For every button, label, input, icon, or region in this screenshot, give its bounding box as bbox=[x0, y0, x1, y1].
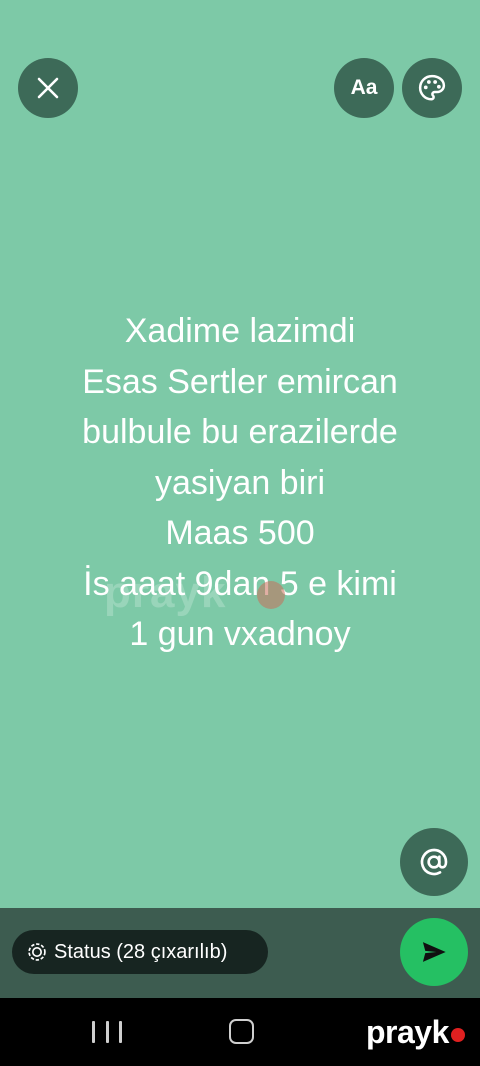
close-button[interactable] bbox=[18, 58, 78, 118]
mention-button[interactable] bbox=[400, 828, 468, 896]
home-nav-button[interactable] bbox=[229, 1019, 254, 1044]
bottom-bar: Status (28 çıxarılıb) bbox=[0, 908, 480, 998]
watermark-dot bbox=[257, 581, 285, 609]
status-audience-label: Status (28 çıxarılıb) bbox=[54, 940, 228, 963]
send-button[interactable] bbox=[400, 918, 468, 986]
at-sign-icon bbox=[420, 848, 448, 876]
status-line-2: Esas Sertler emircan bbox=[82, 362, 398, 401]
status-audience-button[interactable]: Status (28 çıxarılıb) bbox=[12, 930, 268, 974]
status-line-5: Maas 500 bbox=[165, 514, 315, 552]
prayk-logo-text: prayk bbox=[366, 1014, 449, 1050]
prayk-logo-dot bbox=[450, 1027, 465, 1042]
font-style-label: Aa bbox=[350, 76, 378, 99]
watermark: prayk bbox=[104, 568, 227, 617]
close-icon bbox=[37, 77, 59, 99]
status-line-7: 1 gun vxadnoy bbox=[129, 615, 351, 653]
status-icon bbox=[26, 941, 48, 963]
system-nav-bar: prayk bbox=[0, 998, 480, 1066]
status-line-4: yasiyan biri bbox=[154, 463, 326, 502]
prayk-logo: prayk bbox=[366, 1014, 465, 1051]
send-icon bbox=[422, 942, 446, 962]
recents-nav-button[interactable] bbox=[92, 1018, 122, 1046]
status-canvas[interactable]: Aa Xadime lazimdi Esas Sertler emircan b… bbox=[0, 0, 480, 908]
font-style-button[interactable]: Aa bbox=[334, 58, 394, 118]
palette-icon bbox=[418, 74, 446, 101]
status-line-3: bulbule bu erazilerde bbox=[82, 413, 398, 451]
status-text[interactable]: Xadime lazimdi Esas Sertler emircan bulb… bbox=[20, 306, 460, 660]
background-color-button[interactable] bbox=[402, 58, 462, 118]
status-line-1: Xadime lazimdi bbox=[124, 312, 356, 350]
